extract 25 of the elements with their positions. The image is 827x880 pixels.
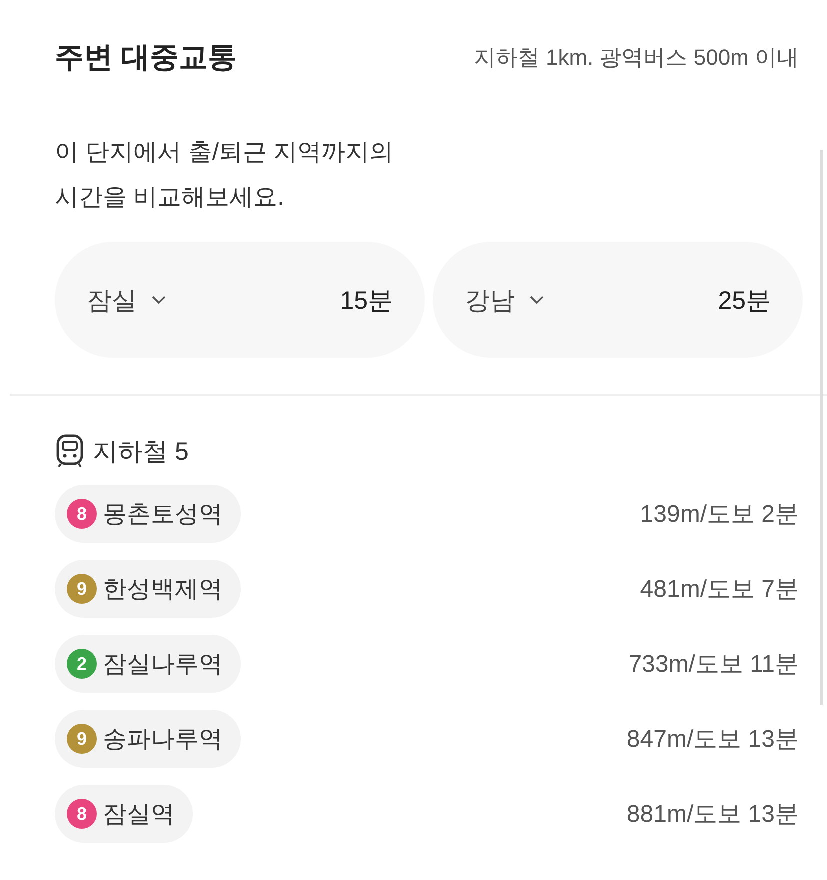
commute-selector[interactable]: 강남 25분 (433, 242, 803, 358)
walking-distance: 881m/도보 13분 (626, 800, 799, 830)
station-chip[interactable]: 8 잠실역 (55, 785, 193, 843)
line-badge: 8 (67, 499, 97, 529)
walking-distance: 733m/도보 11분 (628, 650, 799, 680)
station-chip[interactable]: 8 몽촌토성역 (55, 485, 241, 543)
station-chip[interactable]: 9 송파나루역 (55, 710, 241, 768)
scrollbar[interactable] (820, 150, 823, 705)
chevron-down-icon (529, 295, 545, 305)
line-badge: 9 (67, 574, 97, 604)
subway-count: 지하철 5 (93, 436, 189, 468)
section-title: 주변 대중교통 (55, 41, 238, 76)
chevron-down-icon (151, 295, 167, 305)
line-badge: 8 (67, 799, 97, 829)
walking-distance: 139m/도보 2분 (640, 500, 799, 530)
line-badge: 9 (67, 724, 97, 754)
walking-distance: 847m/도보 13분 (626, 725, 799, 755)
commute-selector[interactable]: 잠실 15분 (55, 242, 425, 358)
walking-distance: 481m/도보 7분 (640, 575, 799, 605)
station-chip[interactable]: 2 잠실나루역 (55, 635, 241, 693)
station-chip[interactable]: 9 한성백제역 (55, 560, 241, 618)
range-note: 지하철 1km. 광역버스 500m 이내 (474, 44, 799, 72)
train-icon (55, 434, 85, 468)
line-badge: 2 (67, 649, 97, 679)
description: 이 단지에서 출/퇴근 지역까지의 시간을 비교해보세요. (55, 138, 395, 213)
